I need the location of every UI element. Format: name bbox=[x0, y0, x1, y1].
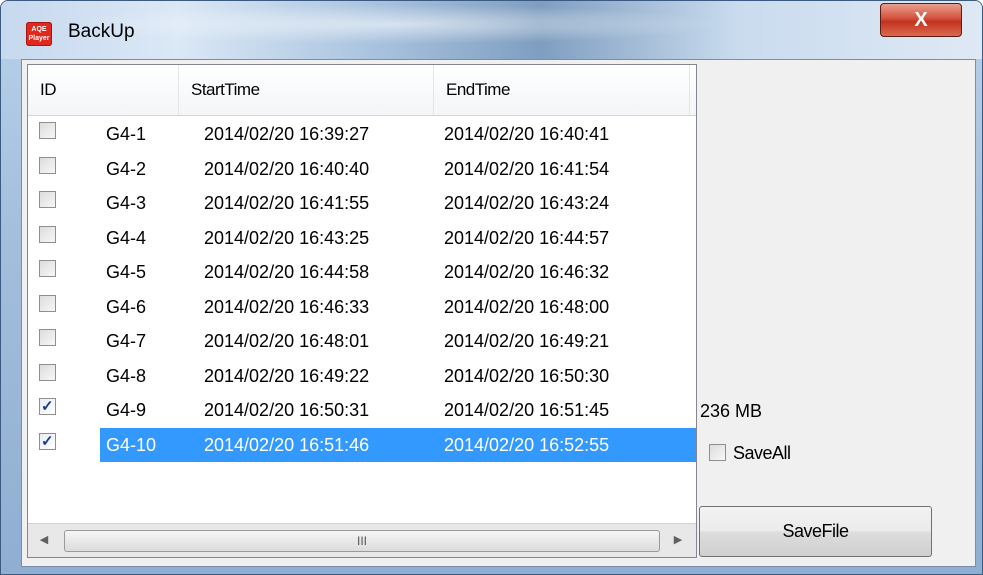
row-start-time: 2014/02/20 16:41:55 bbox=[204, 193, 370, 213]
row-start-time: 2014/02/20 16:43:25 bbox=[204, 227, 370, 248]
row-end-time: 2014/02/20 16:46:32 bbox=[444, 262, 610, 282]
row-end-time: 2014/02/20 16:48:00 bbox=[444, 296, 610, 317]
row-checkbox[interactable]: ✓ bbox=[39, 432, 56, 450]
row-id: G4-10 bbox=[106, 434, 157, 455]
row-end-time: 2014/02/20 16:44:57 bbox=[444, 227, 610, 248]
table-row[interactable]: G4-2 2014/02/20 16:40:40 2014/02/20 16:41:… bbox=[28, 152, 696, 186]
row-end-time: 2014/02/20 16:51:45 bbox=[444, 400, 610, 420]
row-checkbox[interactable] bbox=[39, 329, 56, 346]
row-end-time: 2014/02/20 16:41:54 bbox=[444, 158, 610, 179]
row-end-time: 2014/02/20 16:49:21 bbox=[444, 331, 610, 351]
row-end-time: 2014/02/20 16:52:55 bbox=[444, 434, 610, 455]
row-id: G4-6 bbox=[106, 296, 147, 317]
client-area: ID StartTime EndTime G4-1 2014/02/20 16:3… bbox=[21, 59, 976, 567]
row-id: G4-8 bbox=[106, 365, 147, 386]
row-checkbox[interactable] bbox=[39, 122, 56, 139]
row-start-time: 2014/02/20 16:48:01 bbox=[204, 331, 370, 351]
row-checkbox[interactable] bbox=[39, 191, 56, 208]
row-id: G4-5 bbox=[106, 262, 147, 282]
table-row[interactable]: G4-6 2014/02/20 16:46:33 2014/02/20 16:48:… bbox=[28, 290, 696, 324]
scroll-right-icon[interactable]: ▶ bbox=[668, 530, 688, 550]
title-bar[interactable]: AQE Player BackUp X bbox=[1, 1, 982, 59]
row-id: G4-7 bbox=[106, 331, 147, 351]
saveall-checkbox[interactable] bbox=[709, 444, 726, 461]
column-divider[interactable] bbox=[689, 65, 690, 115]
row-start-time: 2014/02/20 16:44:58 bbox=[204, 262, 370, 282]
row-checkbox[interactable] bbox=[39, 156, 56, 174]
window-title: BackUp bbox=[68, 21, 135, 42]
checkmark-icon: ✓ bbox=[41, 398, 54, 415]
table-row[interactable]: ✓ G4-9 2014/02/20 16:50:31 2014/02/20 16:51… bbox=[28, 393, 696, 427]
row-start-time: 2014/02/20 16:46:33 bbox=[204, 296, 370, 317]
table-row[interactable]: G4-8 2014/02/20 16:49:22 2014/02/20 16:50:… bbox=[28, 359, 696, 393]
row-checkbox[interactable] bbox=[39, 260, 56, 277]
row-checkbox[interactable]: ✓ bbox=[39, 398, 56, 415]
horizontal-scrollbar[interactable]: ◀ III ▶ bbox=[28, 523, 696, 557]
row-end-time: 2014/02/20 16:50:30 bbox=[444, 365, 610, 386]
row-checkbox[interactable] bbox=[39, 225, 56, 243]
checkmark-icon: ✓ bbox=[41, 432, 54, 450]
backup-window: AQE Player BackUp X ID StartTime EndTime … bbox=[0, 0, 983, 575]
total-size-label: 236 MB bbox=[700, 401, 763, 421]
row-id: G4-2 bbox=[106, 158, 147, 179]
scroll-left-icon[interactable]: ◀ bbox=[34, 530, 54, 550]
list-header: ID StartTime EndTime bbox=[28, 65, 696, 116]
app-logo-icon: AQE Player bbox=[26, 22, 52, 46]
row-start-time: 2014/02/20 16:51:46 bbox=[204, 434, 370, 455]
column-header-endtime[interactable]: EndTime bbox=[434, 65, 689, 115]
row-id: G4-3 bbox=[106, 193, 147, 213]
saveall-label[interactable]: SaveAll bbox=[733, 443, 791, 464]
table-row[interactable]: G4-5 2014/02/20 16:44:58 2014/02/20 16:46:… bbox=[28, 255, 696, 289]
savefile-button[interactable]: SaveFile bbox=[699, 506, 932, 557]
table-row[interactable]: ✓ G4-10 2014/02/20 16:51:46 2014/02/20 16:5… bbox=[28, 427, 696, 462]
table-row[interactable]: G4-1 2014/02/20 16:39:27 2014/02/20 16:40:… bbox=[28, 117, 696, 151]
row-id: G4-4 bbox=[106, 227, 147, 248]
row-start-time: 2014/02/20 16:50:31 bbox=[204, 400, 370, 420]
backup-list[interactable]: ID StartTime EndTime G4-1 2014/02/20 16:3… bbox=[27, 64, 697, 558]
row-id: G4-9 bbox=[106, 400, 147, 420]
row-start-time: 2014/02/20 16:39:27 bbox=[204, 124, 370, 144]
column-header-id[interactable]: ID bbox=[28, 65, 178, 115]
scrollbar-thumb[interactable]: III bbox=[64, 530, 660, 552]
column-header-starttime[interactable]: StartTime bbox=[179, 65, 433, 115]
row-start-time: 2014/02/20 16:49:22 bbox=[204, 365, 370, 386]
row-id: G4-1 bbox=[106, 124, 147, 144]
row-checkbox[interactable] bbox=[39, 363, 56, 381]
close-button[interactable]: X bbox=[880, 3, 962, 37]
row-checkbox[interactable] bbox=[39, 294, 56, 312]
row-end-time: 2014/02/20 16:43:24 bbox=[444, 193, 610, 213]
table-row[interactable]: G4-7 2014/02/20 16:48:01 2014/02/20 16:49:… bbox=[28, 324, 696, 358]
table-row[interactable]: G4-4 2014/02/20 16:43:25 2014/02/20 16:44:… bbox=[28, 221, 696, 255]
row-end-time: 2014/02/20 16:40:41 bbox=[444, 124, 610, 144]
row-start-time: 2014/02/20 16:40:40 bbox=[204, 158, 370, 179]
table-row[interactable]: G4-3 2014/02/20 16:41:55 2014/02/20 16:43:… bbox=[28, 186, 696, 220]
